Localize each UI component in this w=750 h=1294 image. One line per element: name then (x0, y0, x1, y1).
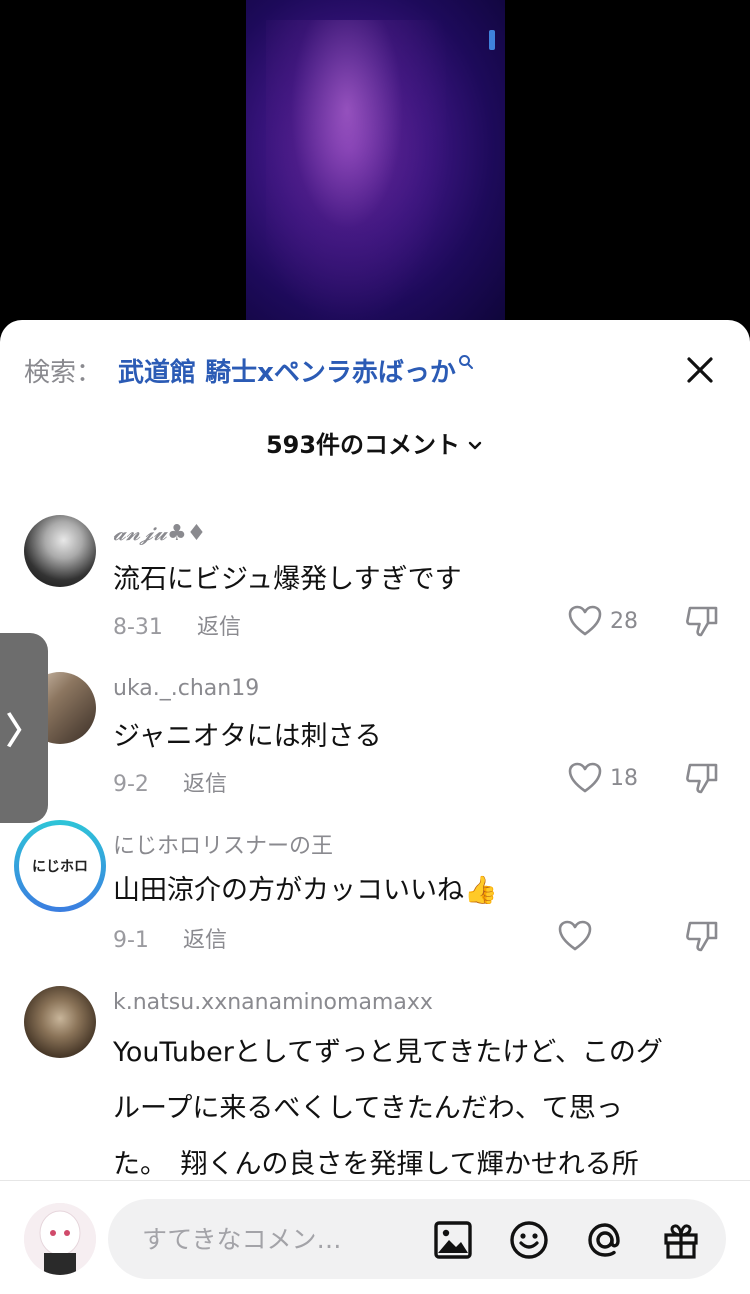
avatar-illustration (24, 1203, 96, 1275)
comment-count-header[interactable]: 593件のコメント (0, 425, 750, 460)
heart-icon (558, 920, 592, 951)
like-button[interactable] (558, 920, 600, 952)
mention-icon[interactable] (584, 1219, 626, 1261)
like-button[interactable]: 28 (568, 605, 638, 637)
comment-meta: 9-2 返信 (113, 766, 227, 798)
comment-username[interactable]: にじホロリスナーの王 (113, 828, 333, 860)
heart-icon (568, 762, 602, 793)
chevron-down-icon (468, 441, 482, 450)
side-panel-handle[interactable]: 〉 (0, 633, 48, 823)
video-performer-silhouette (266, 20, 446, 320)
comment-composer (0, 1180, 750, 1294)
comment-text-line: た。 翔くんの良さを発揮して輝かせれる所 (113, 1149, 639, 1180)
comment-input-container[interactable] (108, 1199, 726, 1279)
like-count: 28 (610, 608, 638, 634)
comment-text-line: ループに来るべくしてきたんだわ、て思っ (113, 1093, 623, 1124)
gift-icon[interactable] (660, 1219, 702, 1261)
thumbs-down-icon[interactable] (684, 603, 720, 639)
comment-text: 流石にビジュ爆発しすぎです (113, 564, 462, 595)
like-count: 18 (610, 765, 638, 791)
search-query-link[interactable]: 武道館 騎士xペンラ赤ばっか (118, 352, 456, 389)
search-icon (458, 355, 473, 369)
comment-text: 山田涼介の方がカッコいいね👍 (113, 875, 498, 906)
thumbs-down-icon[interactable] (684, 918, 720, 954)
comment-date: 9-2 (113, 772, 149, 797)
comment-text: ジャニオタには刺さる (113, 721, 382, 752)
reply-button[interactable]: 返信 (183, 928, 227, 953)
comment-meta: 8-31 返信 (113, 609, 241, 641)
comment-username[interactable]: 𝓪𝓷𝓳𝓾♣♦ (113, 521, 206, 546)
comment-date: 8-31 (113, 615, 163, 640)
stage-light (489, 30, 495, 50)
comment-text-line: YouTuberとしてずっと見てきたけど、このグ (113, 1037, 663, 1068)
close-icon[interactable] (680, 350, 720, 390)
comment-username[interactable]: k.natsu.xxnanaminomamaxx (113, 990, 433, 1015)
search-suggestion[interactable]: 検索： 武道館 騎士xペンラ赤ばっか (24, 350, 474, 390)
video-frame (246, 0, 505, 330)
reply-button[interactable]: 返信 (197, 615, 241, 640)
reply-button[interactable]: 返信 (183, 772, 227, 797)
video-player[interactable] (0, 0, 750, 330)
avatar-label: にじホロ (32, 859, 88, 875)
image-icon[interactable] (432, 1219, 474, 1261)
avatar[interactable] (24, 986, 96, 1058)
comments-sheet: 検索： 武道館 騎士xペンラ赤ばっか 593件のコメント 𝓪𝓷𝓳𝓾♣♦ 流石にビ… (0, 320, 750, 1294)
comment-count-label: 593件のコメント (265, 431, 461, 459)
chevron-right-icon: 〉 (5, 711, 42, 752)
avatar[interactable] (24, 515, 96, 587)
comment-date: 9-1 (113, 928, 149, 953)
comment-meta: 9-1 返信 (113, 922, 227, 954)
current-user-avatar[interactable] (24, 1203, 96, 1275)
avatar[interactable]: にじホロ (14, 820, 106, 912)
heart-icon (568, 605, 602, 636)
comment-input[interactable] (142, 1217, 392, 1261)
search-label: 検索： (24, 357, 103, 388)
like-button[interactable]: 18 (568, 762, 638, 794)
comment-username[interactable]: uka._.chan19 (113, 676, 259, 701)
emoji-icon[interactable] (508, 1219, 550, 1261)
thumbs-down-icon[interactable] (684, 760, 720, 796)
